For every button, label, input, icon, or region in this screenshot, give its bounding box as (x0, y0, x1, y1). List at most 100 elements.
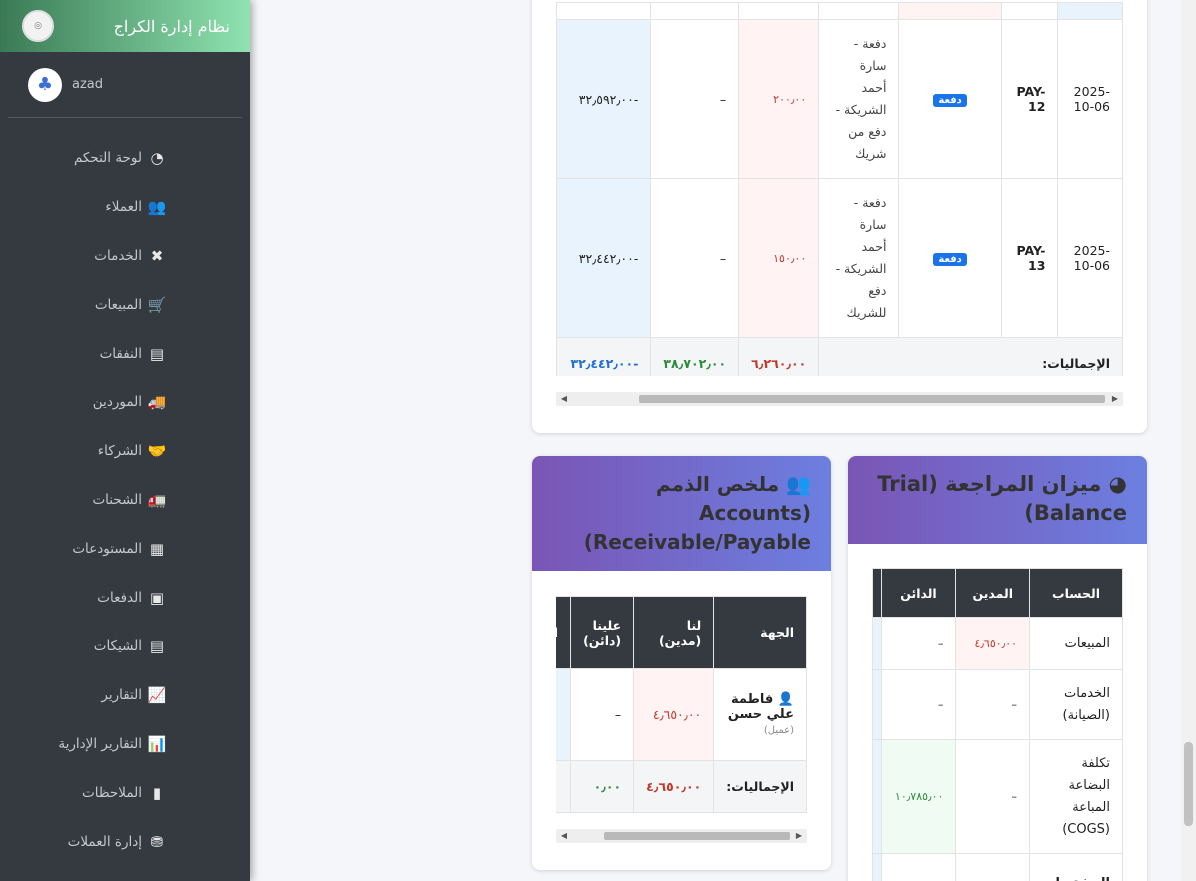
sidebar-item-label: الدفعات (97, 589, 142, 606)
sidebar-item[interactable]: لوحة التحكم ◔ (0, 134, 250, 183)
totals-row: الإجماليات: ٤٫٦٥٠٫٠٠ ٠٫٠٠ ٠٫٠٠ (556, 760, 807, 813)
date-cell: 2025-10-06 (1057, 178, 1123, 338)
totals-row: الإجماليات: ٦٫٢٦٠٫٠٠ ٣٨٫٧٠٢٫٠٠ -٣٢٫٤٤٢٫٠٠ (556, 337, 1123, 376)
user-name: azad (72, 77, 104, 92)
truck-loading-icon: 🚛 (147, 490, 167, 509)
sidebar-item-label: لوحة التحكم (73, 150, 142, 167)
sidebar-item-label: الشركاء (97, 443, 142, 460)
truck-icon: 🚚 (147, 393, 167, 412)
col-credit[interactable]: الدائن (880, 568, 957, 618)
totals-debit: ٤٫٦٥٠٫٠٠ (633, 760, 715, 813)
accounts-table-wrap: الجهة لنا (مدين) علينا (دائن) الر 👤 فاطم… (556, 596, 807, 813)
sidebar-item[interactable]: إدارة العملات ⛃ (0, 817, 250, 866)
table-row: تكلفة البضاعة المباعة (COGS) –١٠٫٧٨٥٫٠٠ (872, 739, 1123, 854)
totals-label: الإجماليات: (713, 760, 807, 813)
debit-cell: ١٥٠٫٠٠ (738, 178, 820, 338)
brand-logo: ◎ (22, 10, 54, 42)
balance-cell: ٠٠٫٠ (556, 668, 572, 761)
col-balance[interactable]: الر (556, 596, 572, 669)
scroll-right-arrow[interactable]: ▶ (793, 829, 805, 843)
page-vscrollbar[interactable] (1181, 0, 1196, 881)
credit-cell: – (880, 669, 957, 740)
page-scroll-thumb[interactable] (1184, 742, 1193, 826)
accounts-card: 👥 ملخص الذمم (Accounts Receivable/Payabl… (532, 456, 831, 870)
accounts-title: ملخص الذمم (Accounts Receivable/Payable) (583, 472, 811, 554)
sidebar-item[interactable]: الشركاء 🤝 (0, 427, 250, 476)
scroll-thumb[interactable] (639, 395, 1105, 403)
scroll-right-arrow[interactable]: ▶ (1109, 392, 1121, 406)
account-cell[interactable]: المشتريات (1029, 853, 1123, 881)
sidebar-item-label: الملاحظات (82, 784, 142, 801)
handshake-icon: 🤝 (147, 442, 167, 461)
chart-line-icon: 📈 (147, 686, 167, 705)
ref-cell[interactable]: PAY-13 (1000, 178, 1059, 338)
type-badge: دفعة (933, 253, 967, 266)
sidebar-item[interactable]: الشيكات ▤ (0, 622, 250, 671)
pie-chart-icon: ◕ (1108, 472, 1127, 496)
totals-credit: ٠٫٠٠ (570, 760, 635, 813)
brand-title: نظام إدارة الكراج (113, 16, 230, 36)
scroll-left-arrow[interactable]: ◀ (558, 829, 570, 843)
sidebar-item-label: الشحنات (92, 491, 142, 508)
accounts-table: الجهة لنا (مدين) علينا (دائن) الر 👤 فاطم… (556, 596, 807, 813)
sidebar-item-label: المستودعات (72, 540, 142, 557)
ledger-hscrollbar[interactable]: ◀ ▶ (556, 392, 1123, 406)
tools-icon: ✖ (150, 246, 164, 265)
debit-cell: – (955, 739, 1031, 854)
scroll-left-arrow[interactable]: ◀ (558, 392, 570, 406)
description-cell: دفعة - سارة أحمد الشريكة - دفع من شريك (818, 19, 900, 179)
balance-strip (872, 617, 882, 670)
debit-cell: – (955, 669, 1031, 740)
sidebar-item[interactable]: الخدمات ✖ (0, 232, 250, 281)
col-account[interactable]: الحساب (1029, 568, 1123, 618)
user-icon: 👤 (777, 692, 794, 707)
sidebar-item[interactable]: الدفعات ▣ (0, 573, 250, 622)
balance-strip (872, 853, 882, 881)
credit-cell (880, 853, 957, 881)
ledger-card: 2025-10-06 PAY-12 دفعة دفعة - سارة أحمد الش… (532, 0, 1147, 433)
sidebar-item[interactable]: المستودعات ▦ (0, 524, 250, 573)
accounts-header: 👥 ملخص الذمم (Accounts Receivable/Payabl… (532, 456, 831, 571)
sidebar-item-label: النفقات (99, 345, 142, 362)
sidebar-item-label: المبيعات (94, 296, 142, 313)
type-cell: دفعة (898, 178, 1002, 338)
sidebar-item[interactable]: العملاء 👥 (0, 183, 250, 232)
accounts-hscrollbar[interactable]: ◀ ▶ (556, 829, 807, 843)
sidebar-item[interactable]: النفقات ▤ (0, 329, 250, 378)
sidebar-item[interactable]: التقارير 📈 (0, 671, 250, 720)
type-badge: دفعة (933, 94, 967, 107)
account-cell[interactable]: المبيعات (1029, 617, 1123, 670)
brand-bar[interactable]: ◎ نظام إدارة الكراج (0, 0, 250, 52)
trial-balance-card: ◕ ميزان المراجعة (Trial Balance) الحساب … (848, 456, 1147, 881)
table-row: المشتريات (872, 853, 1123, 881)
page: ◎ نظام إدارة الكراج ♣ azad لوحة التحكم ◔ ا… (0, 0, 1196, 881)
sidebar-item[interactable]: الشحنات 🚛 (0, 476, 250, 525)
table-row: 2025-10-06 PAY-12 دفعة دفعة - سارة أحمد الش… (556, 19, 1123, 179)
sidebar-item[interactable]: الموردين 🚚 (0, 378, 250, 427)
balance-strip (872, 739, 882, 854)
trial-table-wrap: الحساب المدين الدائن المبيعات ٤٫٦٥٠٫٠٠– ال… (872, 568, 1123, 881)
sidebar-item[interactable]: المبيعات 🛒 (0, 280, 250, 329)
sidebar-item[interactable]: التقارير الإدارية 📊 (0, 720, 250, 769)
ref-cell[interactable]: PAY-12 (1000, 19, 1059, 179)
sidebar-item-label: العملاء (105, 199, 142, 216)
note-icon: ▮ (152, 783, 162, 802)
sidebar-item[interactable]: الملاحظات ▮ (0, 768, 250, 817)
col-debit[interactable]: المدين (955, 568, 1031, 618)
col-party[interactable]: الجهة (713, 596, 807, 669)
account-cell[interactable]: الخدمات (الصيانة) (1029, 669, 1123, 740)
col-debit[interactable]: لنا (مدين) (633, 596, 715, 669)
checks-icon: ▤ (149, 637, 165, 656)
account-cell[interactable]: تكلفة البضاعة المباعة (COGS) (1029, 739, 1123, 854)
scroll-thumb[interactable] (604, 832, 790, 840)
trial-table: الحساب المدين الدائن المبيعات ٤٫٦٥٠٫٠٠– ال… (872, 568, 1123, 881)
sidebar-item-label: إدارة العملات (67, 833, 142, 850)
trial-title: ميزان المراجعة (Trial Balance) (877, 472, 1127, 525)
sidebar-item-label: الموردين (92, 394, 142, 411)
chart-bar-icon: 📊 (147, 734, 167, 753)
totals-balance: -٣٢٫٤٤٢٫٠٠ (556, 337, 652, 376)
ledger-table-wrap: 2025-10-06 PAY-12 دفعة دفعة - سارة أحمد الش… (556, 2, 1123, 376)
col-credit[interactable]: علينا (دائن) (570, 596, 635, 669)
user-panel[interactable]: ♣ azad (8, 52, 242, 118)
type-cell: دفعة (898, 19, 1002, 179)
